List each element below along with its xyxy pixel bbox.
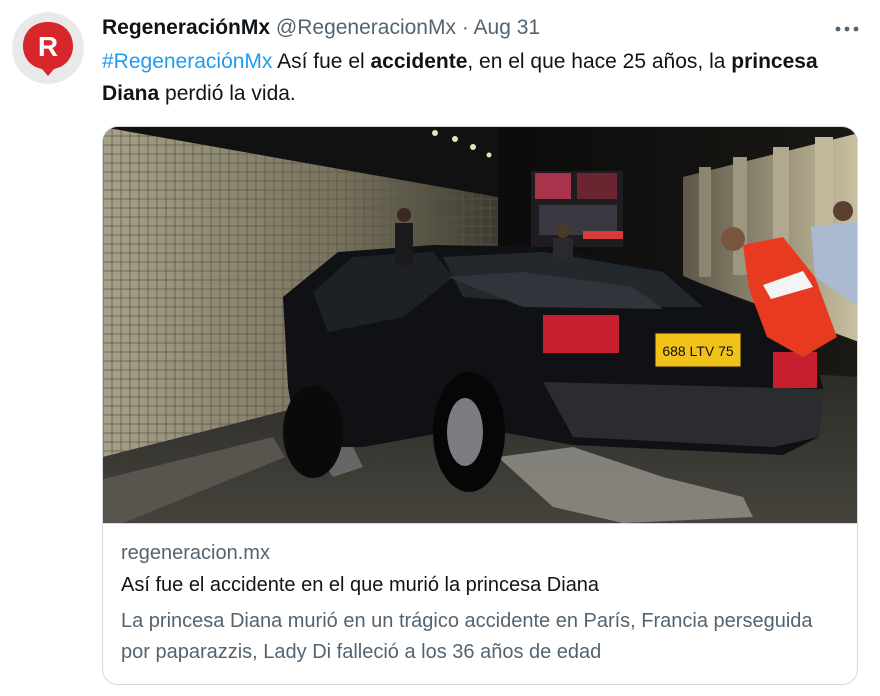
card-footer: regeneracion.mx Así fue el accidente en … (103, 523, 857, 684)
card-description: La princesa Diana murió en un trágico ac… (121, 610, 813, 663)
link-card[interactable]: 688 LTV 75 regeneracion.mx Así fue el ac… (102, 126, 858, 685)
author-handle[interactable]: @RegeneracionMx (276, 16, 456, 39)
hashtag-link[interactable]: #RegeneraciónMx (102, 50, 272, 73)
tweet: R RegeneraciónMx @RegeneracionMx · Aug 3… (0, 0, 880, 696)
card-domain: regeneracion.mx (121, 542, 270, 564)
tweet-text-part: Así fue el (272, 50, 371, 73)
author-name[interactable]: RegeneraciónMx (102, 16, 270, 39)
card-photo: 688 LTV 75 (103, 127, 857, 523)
separator-dot: · (461, 16, 469, 39)
avatar-letter: R (38, 31, 58, 62)
card-title: Así fue el accidente en el que murió la … (121, 574, 600, 596)
tweet-bold-accidente: accidente (370, 50, 468, 73)
more-horizontal-icon (835, 26, 859, 32)
avatar[interactable]: R (12, 12, 84, 84)
more-options-button[interactable] (832, 18, 862, 40)
regeneracion-logo-icon: R (23, 22, 73, 76)
tweet-text-part: , en el que hace 25 años, la (467, 50, 732, 73)
tweet-text: #RegeneraciónMx Así fue el accidente, en… (102, 46, 842, 110)
tweet-header: RegeneraciónMx @RegeneracionMx · Aug 31 (102, 14, 540, 42)
tweet-date[interactable]: Aug 31 (474, 16, 541, 39)
license-plate-text: 688 LTV 75 (662, 343, 734, 359)
tweet-text-part: perdió la vida. (159, 82, 296, 105)
